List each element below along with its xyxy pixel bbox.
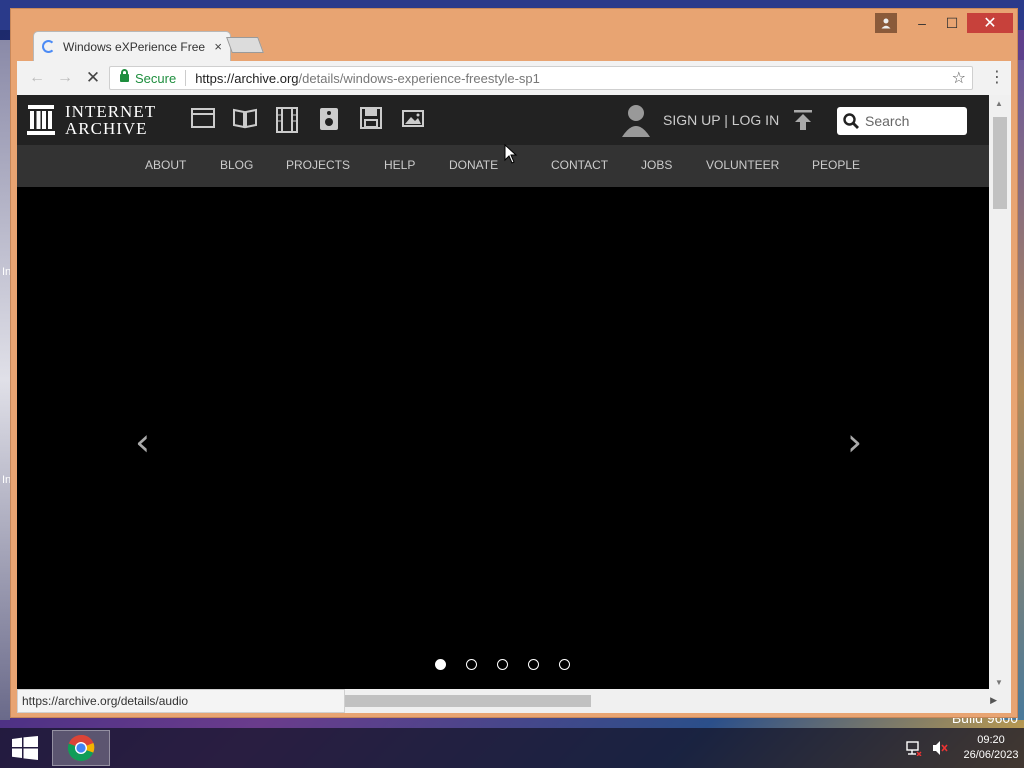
- forward-button[interactable]: →: [51, 69, 79, 87]
- archive-building-icon: [27, 105, 55, 135]
- nav-people[interactable]: PEOPLE: [812, 158, 860, 172]
- search-placeholder: Search: [865, 113, 910, 129]
- address-bar[interactable]: Secure https://archive.org /details/wind…: [109, 66, 973, 90]
- nav-donate[interactable]: DONATE: [449, 158, 498, 172]
- status-hover-url: https://archive.org/details/audio: [17, 689, 345, 713]
- logo-line-2: ARCHIVE: [65, 119, 148, 138]
- nav-jobs[interactable]: JOBS: [641, 158, 672, 172]
- lock-icon: [120, 69, 129, 82]
- carousel-dot[interactable]: [528, 659, 539, 670]
- page-viewport: INTERNET ARCHIVE SIGN UP | LOG IN Search…: [17, 95, 989, 689]
- images-icon[interactable]: [392, 107, 434, 133]
- loading-spinner-icon: [42, 40, 55, 53]
- media-type-icons: [182, 107, 434, 133]
- nav-blog[interactable]: BLOG: [220, 158, 253, 172]
- secure-label: Secure: [135, 70, 177, 86]
- new-tab-button[interactable]: [226, 37, 264, 53]
- url-path: /details/windows-experience-freestyle-sp…: [298, 70, 540, 86]
- carousel-prev-button[interactable]: ‹: [135, 420, 150, 464]
- carousel-dot[interactable]: [435, 659, 446, 670]
- scroll-right-arrow-icon[interactable]: ▶: [990, 695, 997, 706]
- window-close-button[interactable]: ✕: [967, 13, 1013, 33]
- user-icon[interactable]: [621, 103, 651, 137]
- carousel-dot[interactable]: [466, 659, 477, 670]
- back-button[interactable]: ←: [23, 69, 51, 87]
- person-icon: [881, 18, 891, 29]
- status-bar: https://archive.org/details/audio ▶: [17, 689, 1011, 713]
- vertical-scrollbar[interactable]: ▲ ▼: [989, 95, 1011, 689]
- window-controls: – ☐ ✕: [875, 13, 1013, 33]
- bookmark-star-icon[interactable]: ☆: [952, 68, 966, 88]
- browser-toolbar: ← → ✕ Secure https://archive.org /detail…: [17, 61, 1011, 95]
- maximize-button[interactable]: ☐: [937, 13, 967, 33]
- nav-projects[interactable]: PROJECTS: [286, 158, 350, 172]
- chrome-icon: [67, 734, 95, 762]
- nav-help[interactable]: HELP: [384, 158, 415, 172]
- texts-icon[interactable]: [224, 107, 266, 133]
- internet-archive-logo[interactable]: INTERNET ARCHIVE: [27, 103, 156, 137]
- clock-date: 26/06/2023: [963, 749, 1019, 761]
- taskbar-chrome-button[interactable]: [52, 730, 110, 766]
- horizontal-scroll-thumb[interactable]: [345, 695, 591, 707]
- browser-window: – ☐ ✕ Windows eXPerience Free × ← → ✕ Se…: [10, 8, 1018, 718]
- scroll-down-arrow-icon[interactable]: ▼: [995, 678, 1003, 687]
- signup-login-link[interactable]: SIGN UP | LOG IN: [663, 112, 779, 128]
- search-icon: [843, 113, 859, 129]
- omnibox-separator: [185, 70, 187, 86]
- nav-volunteer[interactable]: VOLUNTEER: [706, 158, 779, 172]
- carousel-dot[interactable]: [559, 659, 570, 670]
- site-search-input[interactable]: Search: [837, 107, 967, 135]
- nav-about[interactable]: ABOUT: [145, 158, 186, 172]
- windows-start-icon[interactable]: [12, 736, 38, 760]
- profile-button[interactable]: [875, 13, 897, 33]
- network-icon[interactable]: [906, 740, 922, 756]
- software-icon[interactable]: [350, 107, 392, 133]
- browser-tab-active[interactable]: Windows eXPerience Free ×: [33, 31, 231, 61]
- vertical-scroll-thumb[interactable]: [993, 117, 1007, 209]
- tab-title: Windows eXPerience Free: [63, 39, 206, 54]
- clock-time: 09:20: [977, 734, 1005, 746]
- account-links: SIGN UP | LOG IN: [621, 103, 779, 137]
- browser-menu-button[interactable]: ⋮: [989, 67, 1005, 87]
- tab-close-button[interactable]: ×: [214, 39, 222, 54]
- stop-loading-button[interactable]: ✕: [79, 68, 107, 88]
- carousel-next-button[interactable]: ›: [847, 420, 862, 464]
- video-icon[interactable]: [266, 107, 308, 133]
- taskbar: 09:20 26/06/2023: [0, 728, 1024, 768]
- volume-muted-icon[interactable]: [932, 740, 948, 756]
- scroll-up-arrow-icon[interactable]: ▲: [995, 99, 1003, 108]
- mouse-cursor-icon: [504, 144, 518, 164]
- logo-line-1: INTERNET: [65, 102, 157, 121]
- carousel-dots: [435, 659, 590, 670]
- taskbar-clock[interactable]: 09:20 26/06/2023: [958, 733, 1024, 763]
- nav-contact[interactable]: CONTACT: [551, 158, 608, 172]
- system-tray: 09:20 26/06/2023: [906, 728, 1024, 768]
- upload-icon[interactable]: [793, 109, 813, 131]
- site-header: INTERNET ARCHIVE SIGN UP | LOG IN Search: [17, 95, 989, 145]
- web-icon[interactable]: [182, 107, 224, 133]
- url-domain: https://archive.org: [195, 70, 299, 86]
- logo-text: INTERNET ARCHIVE: [65, 103, 156, 137]
- carousel-dot[interactable]: [497, 659, 508, 670]
- minimize-button[interactable]: –: [907, 13, 937, 33]
- site-nav: ABOUT BLOG PROJECTS HELP DONATE CONTACT …: [17, 145, 989, 187]
- audio-icon[interactable]: [308, 107, 350, 133]
